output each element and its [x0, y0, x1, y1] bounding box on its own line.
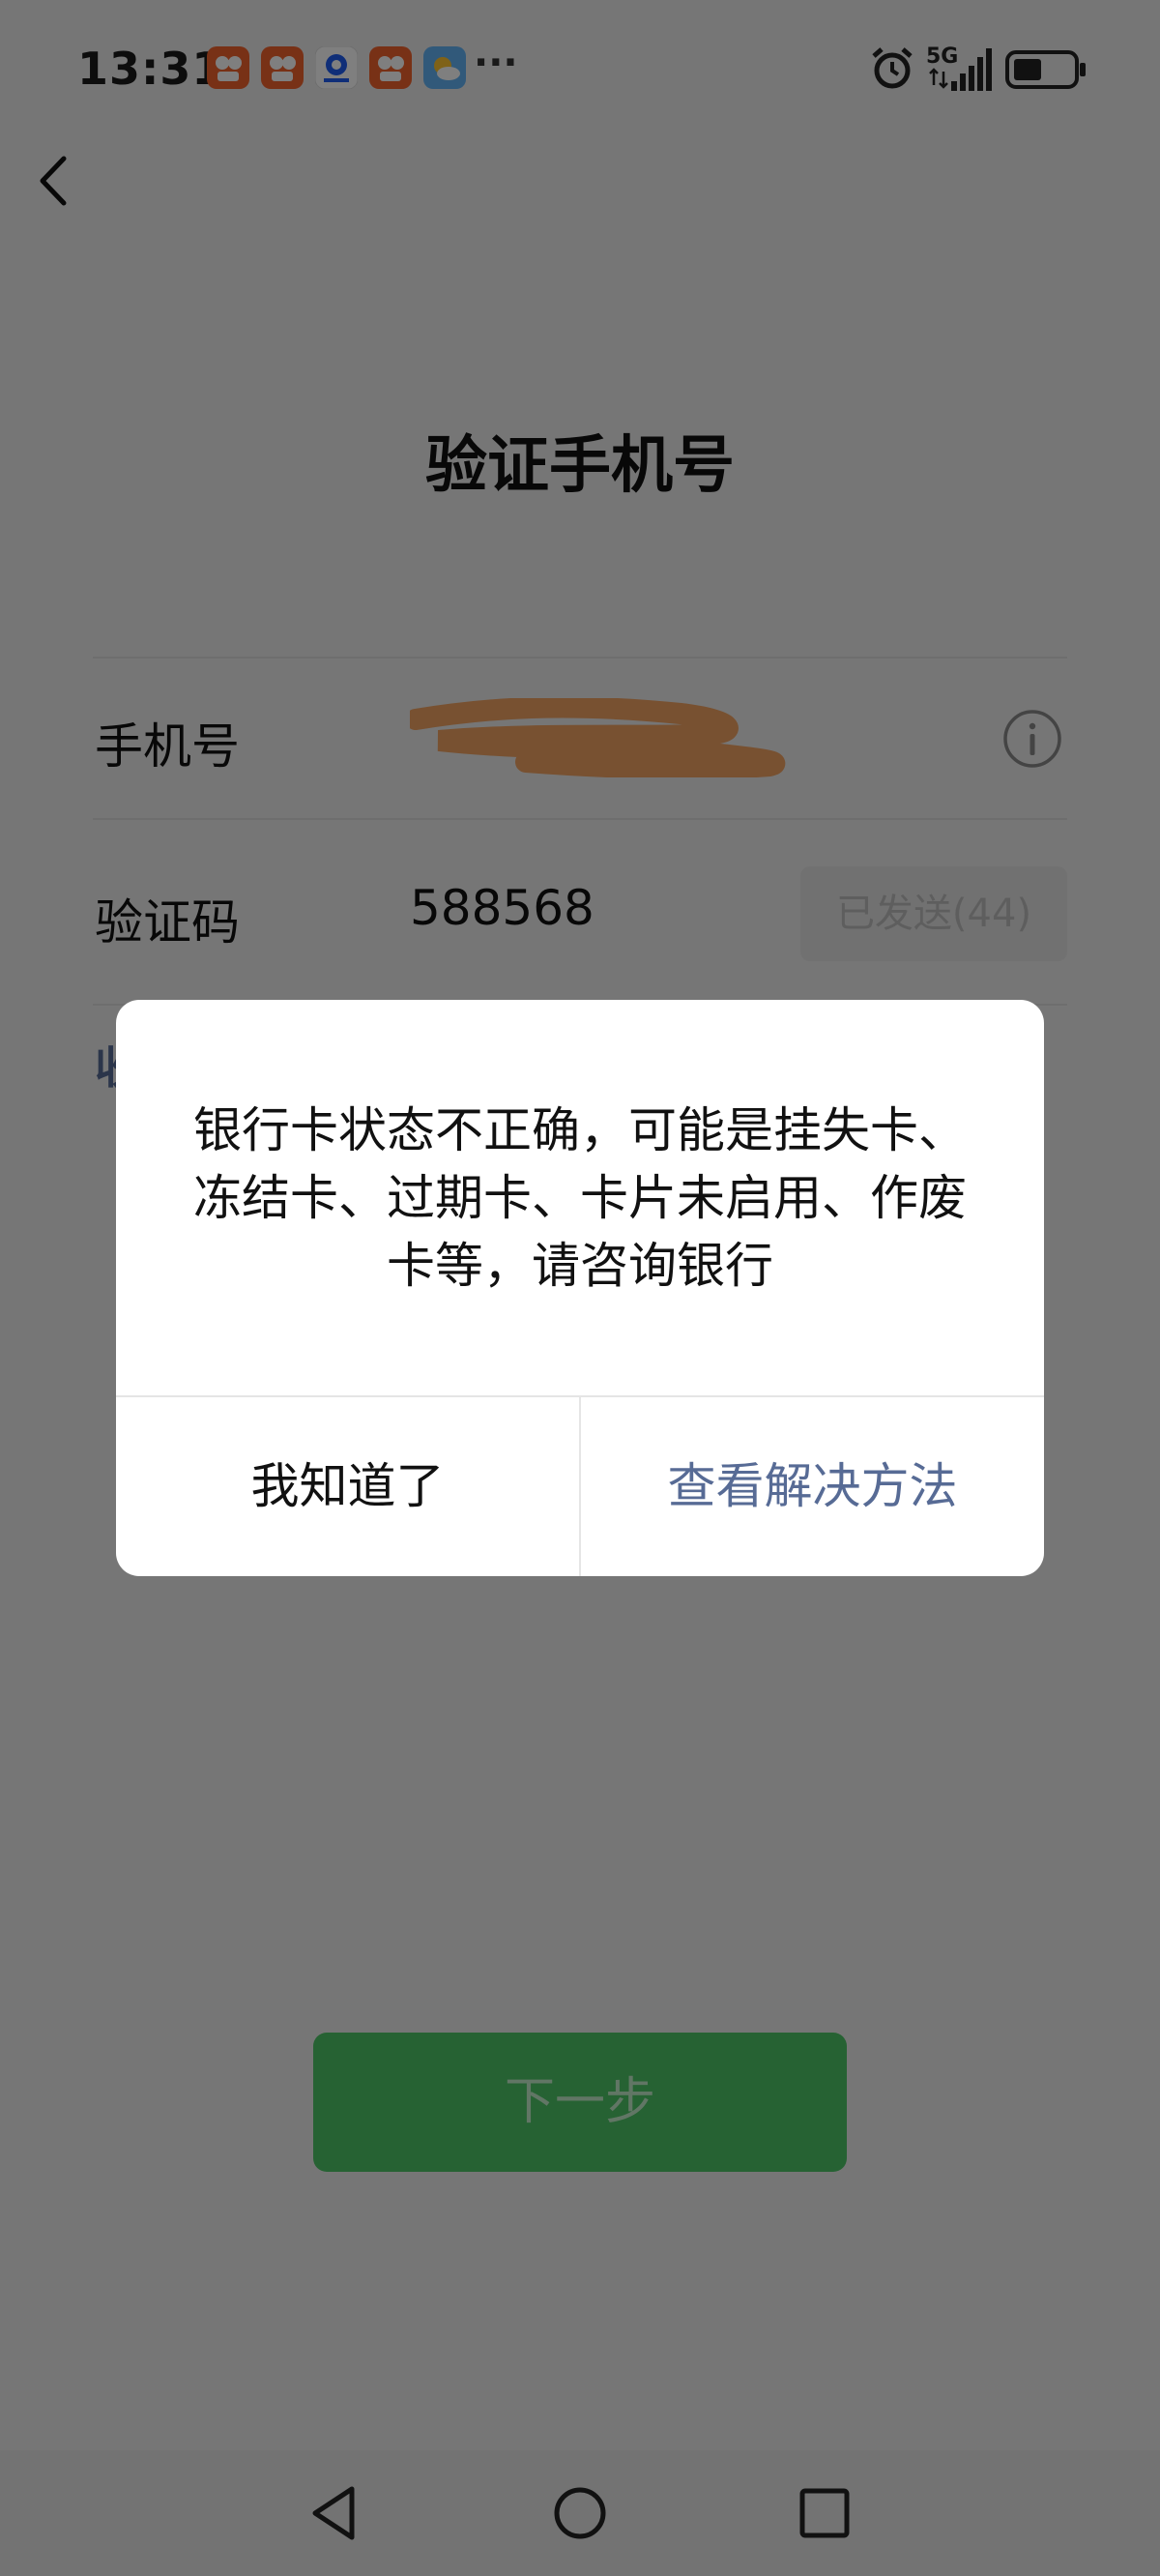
view-solution-button[interactable]: 查看解决方法 — [581, 1397, 1044, 1576]
dialog-message: 银行卡状态不正确，可能是挂失卡、 冻结卡、过期卡、卡片未启用、作废 卡等，请咨询… — [174, 1097, 986, 1300]
dialog-message-line: 卡等，请咨询银行 — [387, 1238, 773, 1294]
got-it-button[interactable]: 我知道了 — [116, 1397, 579, 1576]
dialog-message-line: 冻结卡、过期卡、卡片未启用、作废 — [193, 1170, 967, 1226]
error-dialog: 银行卡状态不正确，可能是挂失卡、 冻结卡、过期卡、卡片未启用、作废 卡等，请咨询… — [116, 1000, 1044, 1576]
dialog-message-line: 银行卡状态不正确，可能是挂失卡、 — [193, 1102, 967, 1158]
